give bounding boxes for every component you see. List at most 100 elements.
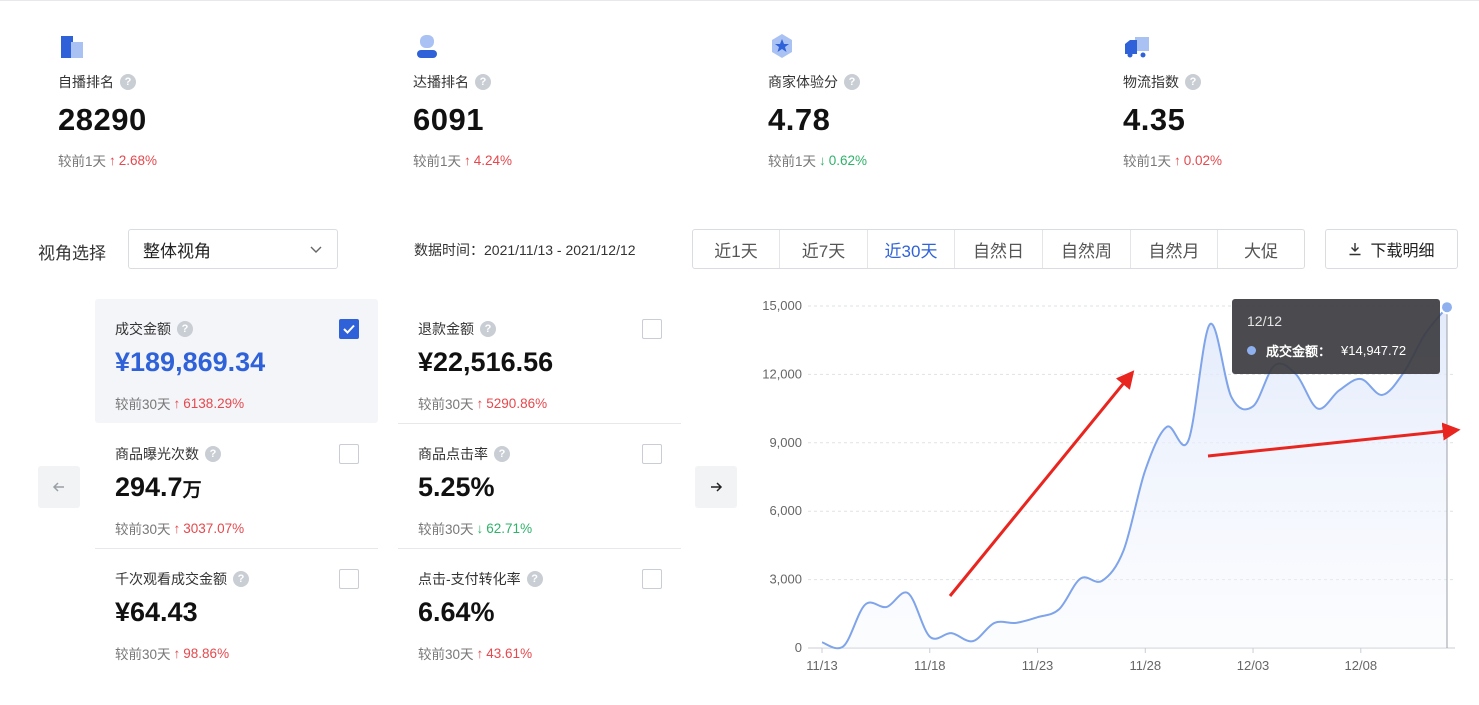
arrow-up-icon: ↑ — [476, 395, 484, 411]
help-icon[interactable]: ? — [205, 446, 221, 462]
metric-compare-label: 较前30天 — [418, 522, 474, 537]
kpi-compare-label: 较前1天 — [58, 154, 107, 169]
chart-tooltip: 12/12 成交金额： ¥14,947.72 — [1232, 299, 1440, 374]
arrow-left-icon — [52, 482, 64, 492]
metric-value: ¥189,869.34 — [115, 347, 266, 377]
help-icon[interactable]: ? — [120, 74, 136, 90]
arrow-right-icon — [711, 482, 723, 492]
kpi-change: 4.24% — [473, 152, 513, 168]
metric-checkbox[interactable] — [642, 319, 662, 339]
kpi-change: 0.62% — [828, 152, 868, 168]
series-dot-icon — [1247, 346, 1256, 355]
arrow-up-icon: ↑ — [476, 645, 484, 661]
help-icon[interactable]: ? — [475, 74, 491, 90]
download-icon — [1349, 243, 1361, 256]
kpi-label: 达播排名 — [413, 74, 469, 90]
metric-change: 5290.86% — [486, 395, 548, 411]
period-option[interactable]: 自然日 — [955, 230, 1043, 268]
period-option[interactable]: 自然月 — [1131, 230, 1218, 268]
metric-card-conversion[interactable]: 点击-支付转化率? 6.64% 较前30天 ↑ 43.61% — [398, 549, 681, 673]
arrow-down-icon: ↓ — [476, 520, 484, 536]
arrow-up-icon: ↑ — [109, 152, 116, 168]
metric-label: 退款金额 — [418, 321, 474, 337]
y-tick-label: 6,000 — [769, 503, 802, 518]
kpi-value: 4.78 — [768, 102, 831, 137]
truck-icon — [1125, 37, 1149, 58]
annotation-arrow — [948, 370, 1135, 597]
kpi-value: 4.35 — [1123, 102, 1186, 137]
metric-checkbox[interactable] — [642, 569, 662, 589]
metric-card-refund[interactable]: 退款金额? ¥22,516.56 较前30天 ↑ 5290.86% — [398, 299, 681, 423]
help-icon[interactable]: ? — [480, 321, 496, 337]
arrow-up-icon: ↑ — [1174, 152, 1181, 168]
tooltip-value: ¥14,947.72 — [1341, 343, 1407, 358]
period-option[interactable]: 近7天 — [780, 230, 868, 268]
metric-change: 98.86% — [183, 645, 230, 661]
period-selector: 近1天 近7天 近30天 自然日 自然周 自然月 大促 — [692, 229, 1305, 269]
building-icon — [61, 36, 83, 58]
prev-page-button[interactable] — [38, 466, 80, 508]
y-tick-label: 12,000 — [762, 366, 802, 381]
tooltip-date: 12/12 — [1247, 313, 1283, 329]
metric-checkbox[interactable] — [642, 444, 662, 464]
kpi-label: 自播排名 — [58, 74, 114, 90]
metric-value: 6.64% — [418, 597, 495, 627]
kpi-label: 物流指数 — [1123, 74, 1179, 90]
arrow-up-icon: ↑ — [464, 152, 471, 168]
y-tick-label: 0 — [795, 640, 802, 655]
metric-card-gpm[interactable]: 千次观看成交金额? ¥64.43 较前30天 ↑ 98.86% — [95, 549, 378, 673]
metric-card-gmv[interactable]: 成交金额? ¥189,869.34 较前30天 ↑ 6138.29% — [95, 299, 378, 423]
kpi-label: 商家体验分 — [768, 74, 838, 90]
kpi-self-broadcast-rank: 自播排名? 28290 较前1天 ↑ 2.68% — [58, 32, 358, 170]
highlighted-point[interactable] — [1440, 300, 1454, 315]
metric-compare-label: 较前30天 — [115, 647, 171, 662]
metric-label: 成交金额 — [115, 321, 171, 337]
metric-checkbox[interactable] — [339, 444, 359, 464]
metric-label: 商品点击率 — [418, 446, 488, 462]
arrow-up-icon: ↑ — [173, 645, 181, 661]
metric-label: 商品曝光次数 — [115, 446, 199, 462]
download-label: 下载明细 — [1370, 243, 1435, 260]
x-tick-label: 11/13 — [806, 658, 838, 673]
download-details-button[interactable]: 下载明细 — [1325, 229, 1458, 269]
kpi-change: 0.02% — [1183, 152, 1223, 168]
metric-unit: 万 — [182, 480, 202, 501]
help-icon[interactable]: ? — [526, 571, 543, 587]
help-icon[interactable]: ? — [177, 321, 193, 337]
x-tick-label: 11/23 — [1022, 658, 1054, 673]
help-icon[interactable]: ? — [844, 74, 860, 90]
metric-change: 6138.29% — [183, 395, 245, 411]
kpi-merchant-score: 商家体验分? 4.78 较前1天 ↓ 0.62% — [768, 32, 1068, 170]
metric-card-impressions[interactable]: 商品曝光次数? 294.7万 较前30天 ↑ 3037.07% — [95, 424, 378, 548]
y-tick-label: 15,000 — [762, 298, 802, 313]
period-option[interactable]: 近1天 — [693, 230, 780, 268]
metric-checkbox[interactable] — [339, 569, 359, 589]
y-tick-label: 9,000 — [769, 435, 802, 450]
period-option-active[interactable]: 近30天 — [868, 230, 955, 268]
metric-value: ¥64.43 — [115, 597, 198, 627]
kpi-change: 2.68% — [118, 152, 158, 168]
view-select[interactable]: 整体视角 — [128, 229, 338, 269]
period-option[interactable]: 自然周 — [1043, 230, 1131, 268]
metric-change: 62.71% — [486, 520, 533, 536]
metric-label: 点击-支付转化率 — [418, 571, 521, 587]
metric-compare-label: 较前30天 — [115, 397, 171, 412]
period-option[interactable]: 大促 — [1218, 230, 1304, 268]
kpi-compare-label: 较前1天 — [413, 154, 462, 169]
kpi-influencer-rank: 达播排名? 6091 较前1天 ↑ 4.24% — [413, 32, 713, 170]
help-icon[interactable]: ? — [494, 446, 510, 462]
help-icon[interactable]: ? — [233, 571, 249, 587]
arrow-up-icon: ↑ — [173, 520, 181, 536]
x-tick-label: 12/03 — [1237, 658, 1270, 673]
person-icon — [417, 35, 437, 58]
metric-label: 千次观看成交金额 — [115, 571, 227, 587]
check-icon — [343, 324, 355, 334]
chevron-down-icon — [310, 246, 322, 253]
metric-change: 3037.07% — [183, 520, 245, 536]
metric-checkbox-checked[interactable] — [339, 319, 359, 339]
metric-card-ctr[interactable]: 商品点击率? 5.25% 较前30天 ↓ 62.71% — [398, 424, 681, 548]
kpi-logistics-index: 物流指数? 4.35 较前1天 ↑ 0.02% — [1123, 32, 1423, 170]
help-icon[interactable]: ? — [1185, 74, 1201, 90]
next-page-button[interactable] — [695, 466, 737, 508]
metric-compare-label: 较前30天 — [418, 397, 474, 412]
